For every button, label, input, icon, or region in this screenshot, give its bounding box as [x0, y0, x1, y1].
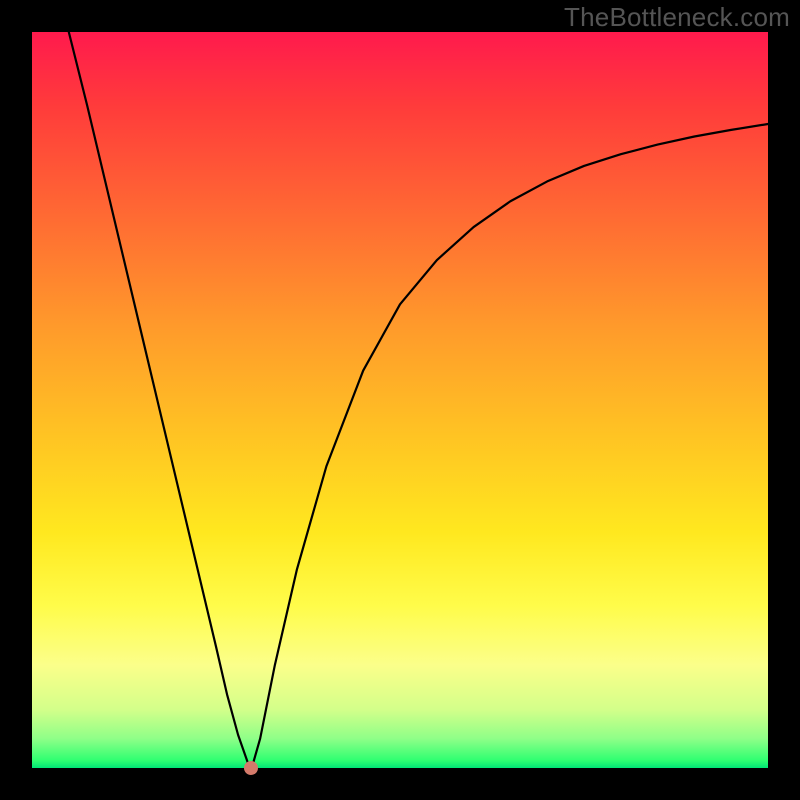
watermark-label: TheBottleneck.com — [564, 2, 790, 33]
minimum-marker — [244, 761, 258, 775]
plot-area — [32, 32, 768, 768]
curve-layer — [32, 32, 768, 768]
data-curve — [69, 32, 768, 764]
chart-container: TheBottleneck.com — [0, 0, 800, 800]
